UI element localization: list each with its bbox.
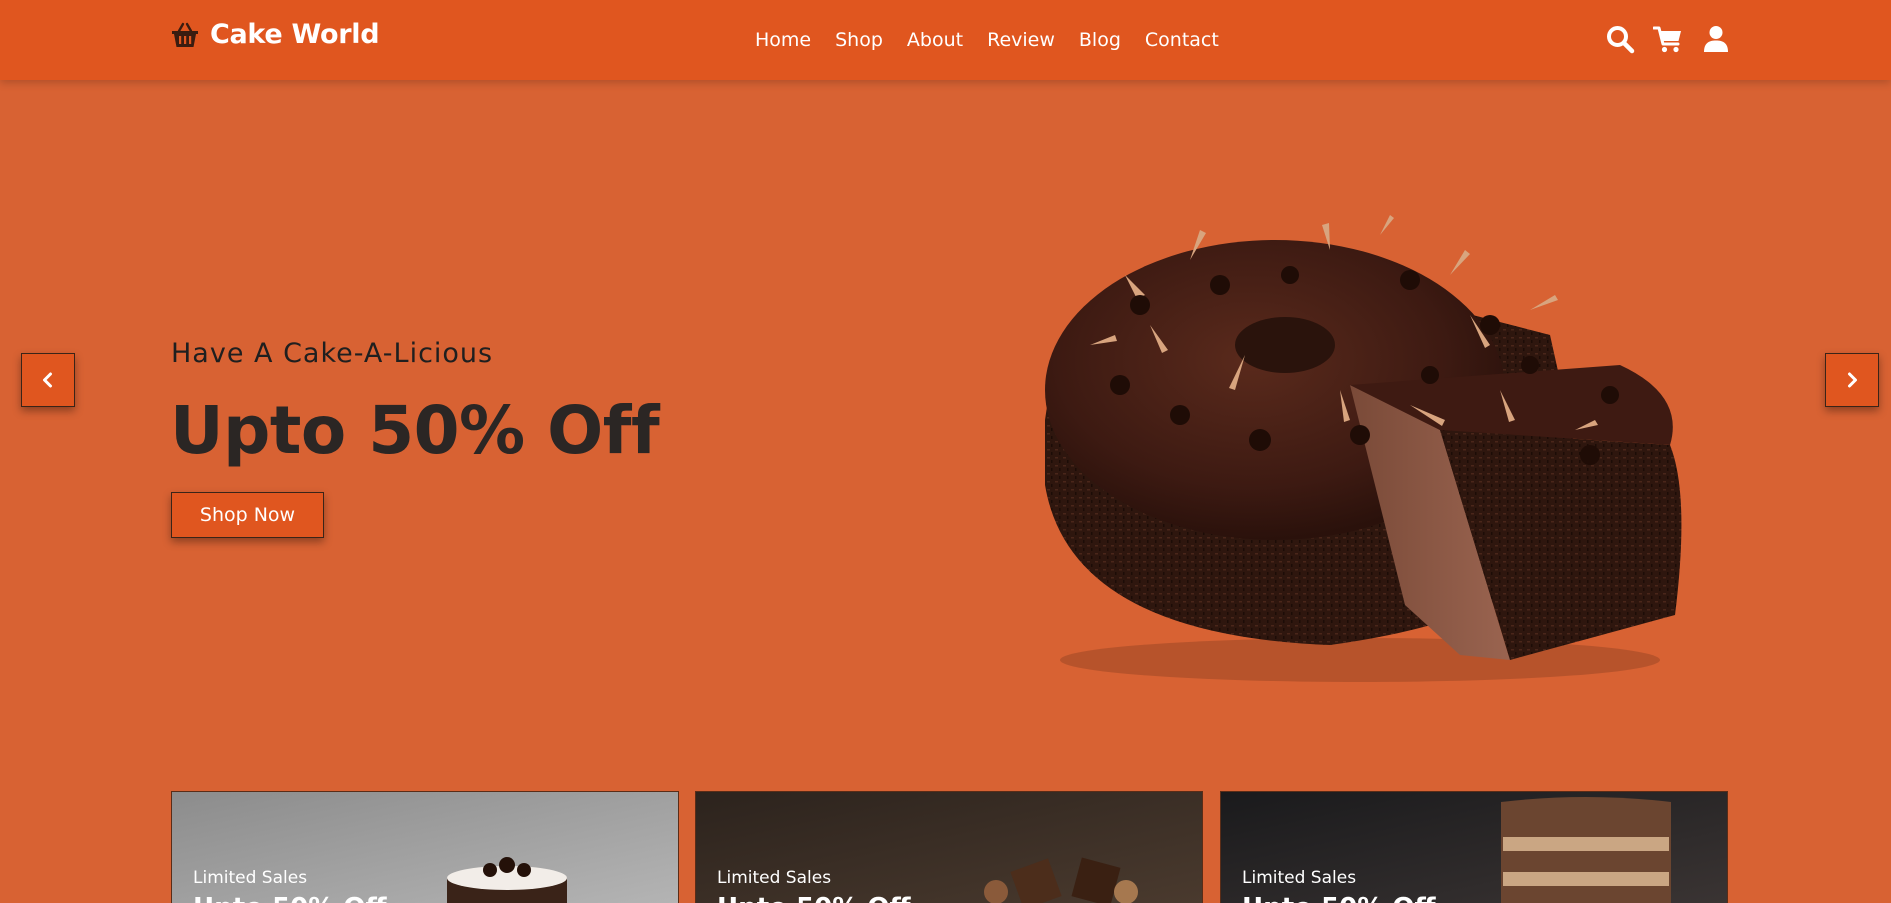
promo-card-3[interactable]: Limited Sales Upto 50% Off bbox=[1220, 791, 1728, 903]
header-actions bbox=[1605, 24, 1731, 54]
main-nav: Home Shop About Review Blog Contact bbox=[755, 28, 1219, 52]
brand-logo[interactable]: Cake World bbox=[170, 19, 380, 50]
hero-title: Upto 50% Off bbox=[170, 392, 660, 469]
nav-review[interactable]: Review bbox=[987, 28, 1055, 52]
promo-title: Upto 50% Off bbox=[1242, 893, 1436, 903]
promo-label: Limited Sales bbox=[1242, 868, 1357, 888]
promo-card-2[interactable]: Limited Sales Upto 50% Off bbox=[695, 791, 1203, 903]
slider-prev-button[interactable] bbox=[21, 353, 75, 407]
nav-blog[interactable]: Blog bbox=[1079, 28, 1121, 52]
chevron-left-icon bbox=[43, 372, 52, 388]
promo-title: Upto 50% Off bbox=[193, 893, 387, 903]
nav-contact[interactable]: Contact bbox=[1145, 28, 1219, 52]
basket-icon bbox=[172, 22, 198, 47]
nav-home[interactable]: Home bbox=[755, 28, 811, 52]
search-icon[interactable] bbox=[1605, 24, 1635, 54]
nav-about[interactable]: About bbox=[907, 28, 963, 52]
hero-subtitle: Have A Cake-A-Licious bbox=[171, 338, 494, 369]
chevron-right-icon bbox=[1848, 372, 1857, 388]
nav-shop[interactable]: Shop bbox=[835, 28, 883, 52]
site-header: Cake World Home Shop About Review Blog C… bbox=[0, 0, 1891, 80]
hero-cake-image bbox=[1030, 215, 1710, 685]
cart-icon[interactable] bbox=[1653, 24, 1683, 54]
promo-title: Upto 50% Off bbox=[717, 893, 911, 903]
brand-name: Cake World bbox=[210, 19, 380, 50]
shop-now-button[interactable]: Shop Now bbox=[171, 492, 324, 538]
slider-next-button[interactable] bbox=[1825, 353, 1879, 407]
promo-label: Limited Sales bbox=[193, 868, 308, 888]
user-icon[interactable] bbox=[1701, 24, 1731, 54]
promo-label: Limited Sales bbox=[717, 868, 832, 888]
promo-card-1[interactable]: Limited Sales Upto 50% Off bbox=[171, 791, 679, 903]
